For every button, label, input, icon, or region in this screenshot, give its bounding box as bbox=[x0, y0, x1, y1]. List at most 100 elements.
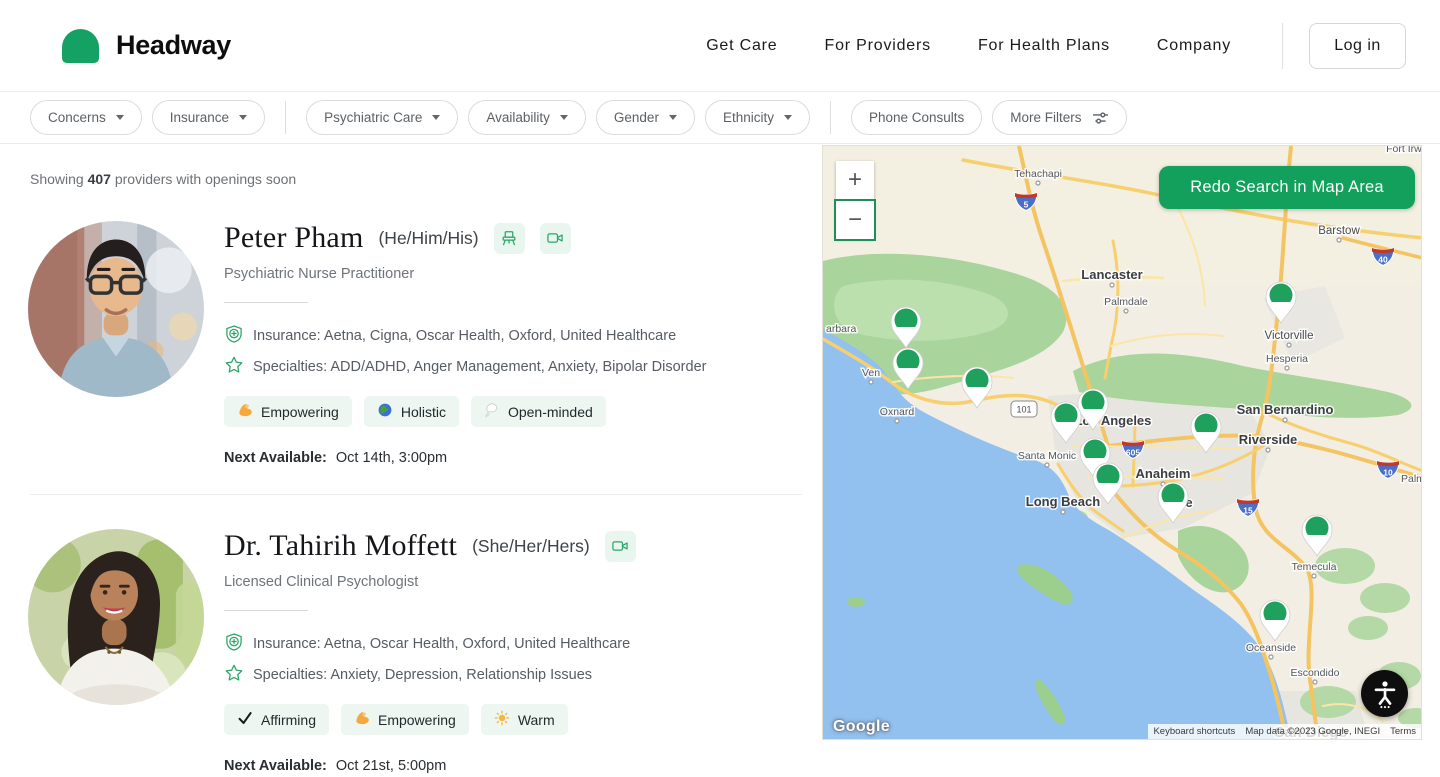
accessibility-person-icon bbox=[1370, 679, 1400, 709]
highway-shield-101: 101 bbox=[1011, 401, 1037, 417]
filter-pill-phone-consults[interactable]: Phone Consults bbox=[851, 100, 982, 135]
map[interactable]: 5401016051015 Fort IrwinTehachapiBarstow… bbox=[822, 145, 1422, 740]
trait-tag: Empowering bbox=[224, 396, 352, 427]
filter-pill-label: Insurance bbox=[170, 110, 229, 125]
filter-bar: Concerns Insurance Psychiatric Care Availab… bbox=[0, 92, 1440, 144]
filter-pill-psychiatric-care[interactable]: Psychiatric Care bbox=[306, 100, 458, 135]
video-camera-icon bbox=[605, 531, 636, 562]
city-label-long-beach: Long Beach bbox=[1026, 494, 1100, 509]
svg-text:40: 40 bbox=[1378, 255, 1388, 265]
headway-logo[interactable]: Headway bbox=[62, 29, 231, 63]
city-label-anaheim: Anaheim bbox=[1136, 466, 1191, 481]
trait-tag: Affirming bbox=[224, 704, 329, 735]
specialties-row: Specialties: ADD/ADHD, Anger Management,… bbox=[224, 355, 706, 379]
city-dot bbox=[1312, 574, 1316, 578]
city-label-escondido: Escondido bbox=[1290, 667, 1339, 679]
city-label-victorville: Victorville bbox=[1265, 330, 1314, 342]
filter-pill-gender[interactable]: Gender bbox=[596, 100, 695, 135]
filter-pill-label: Phone Consults bbox=[869, 110, 964, 125]
attribution-map-data-google-inegi[interactable]: Map data ©2023 Google, INEGI bbox=[1240, 724, 1385, 739]
nav-link-for-health-plans[interactable]: For Health Plans bbox=[978, 37, 1110, 55]
next-available-label: Next Available: bbox=[224, 758, 327, 774]
muscle-icon bbox=[354, 710, 370, 729]
specialties-text: Specialties: ADD/ADHD, Anger Management,… bbox=[253, 359, 706, 375]
trait-tag: Holistic bbox=[364, 396, 459, 427]
city-label-barstow: Barstow bbox=[1318, 225, 1360, 237]
provider-pronouns: (She/Her/Hers) bbox=[472, 536, 590, 557]
filter-pill-insurance[interactable]: Insurance bbox=[152, 100, 265, 135]
provider-card[interactable]: Peter Pham(He/Him/His)Psychiatric Nurse … bbox=[0, 187, 812, 494]
provider-pronouns: (He/Him/His) bbox=[378, 228, 478, 249]
top-navigation: Headway Get Care For Providers For Health … bbox=[0, 0, 1440, 92]
trait-tag: Open-minded bbox=[471, 396, 606, 427]
attribution-keyboard-shortcuts[interactable]: Keyboard shortcuts bbox=[1148, 724, 1240, 739]
next-available-value: Oct 14th, 3:00pm bbox=[336, 450, 447, 466]
nav-links: Get Care For Providers For Health Plans Com… bbox=[706, 37, 1231, 55]
chevron-down-icon bbox=[116, 115, 124, 120]
provider-name-row: Peter Pham (He/Him/His) bbox=[224, 221, 706, 255]
specialties-text: Specialties: Anxiety, Depression, Relati… bbox=[253, 667, 592, 683]
filter-pill-label: Concerns bbox=[48, 110, 106, 125]
city-dot bbox=[1287, 343, 1291, 347]
divider bbox=[224, 302, 308, 303]
insurance-text: Insurance: Aetna, Oscar Health, Oxford, … bbox=[253, 636, 630, 652]
provider-name[interactable]: Dr. Tahirih Moffett bbox=[224, 529, 457, 563]
redo-search-button[interactable]: Redo Search in Map Area bbox=[1159, 166, 1415, 209]
city-dot bbox=[1061, 510, 1065, 514]
provider-photo[interactable] bbox=[28, 221, 204, 397]
chevron-down-icon bbox=[669, 115, 677, 120]
city-label-fort-irwin: Fort Irwin bbox=[1386, 146, 1422, 155]
specialties-row: Specialties: Anxiety, Depression, Relati… bbox=[224, 663, 636, 687]
brand-name: Headway bbox=[116, 30, 231, 61]
filter-pill-concerns[interactable]: Concerns bbox=[30, 100, 142, 135]
trait-tag: Empowering bbox=[341, 704, 469, 735]
provider-card[interactable]: Dr. Tahirih Moffett (She/Her/Hers) License… bbox=[0, 495, 812, 777]
filter-pill-label: Ethnicity bbox=[723, 110, 774, 125]
zoom-out-button[interactable]: − bbox=[836, 201, 874, 239]
insurance-row: Insurance: Aetna, Cigna, Oscar Health, O… bbox=[224, 324, 706, 348]
svg-text:15: 15 bbox=[1243, 506, 1253, 516]
city-label-palmdale: Palmdale bbox=[1104, 296, 1148, 308]
nav-link-for-providers[interactable]: For Providers bbox=[825, 37, 931, 55]
google-logo[interactable]: Google bbox=[833, 718, 890, 736]
shield-plus-icon bbox=[224, 324, 244, 348]
svg-text:10: 10 bbox=[1383, 468, 1393, 478]
trait-label: Open-minded bbox=[508, 404, 593, 420]
provider-photo[interactable] bbox=[28, 529, 204, 705]
provider-name[interactable]: Peter Pham bbox=[224, 221, 363, 255]
city-dot bbox=[1313, 680, 1317, 684]
nav-link-company[interactable]: Company bbox=[1157, 37, 1231, 55]
city-label-santa-monic: Santa Monic bbox=[1018, 450, 1076, 462]
map-zoom-controls: + − bbox=[836, 161, 874, 239]
results-count-number: 407 bbox=[88, 171, 111, 187]
provider-title: Licensed Clinical Psychologist bbox=[224, 574, 636, 590]
city-label-oxnard: Oxnard bbox=[880, 406, 915, 418]
results-count-prefix: Showing bbox=[30, 171, 88, 187]
accessibility-widget-button[interactable] bbox=[1361, 670, 1408, 717]
city-label-oceanside: Oceanside bbox=[1246, 642, 1296, 654]
chair-icon bbox=[494, 223, 525, 254]
map-canvas[interactable]: 5401016051015 Fort IrwinTehachapiBarstow… bbox=[823, 146, 1422, 740]
filter-pill-more-filters[interactable]: More Filters bbox=[992, 100, 1126, 135]
city-dot bbox=[1285, 366, 1289, 370]
nav-divider bbox=[1282, 23, 1283, 69]
log-in-button[interactable]: Log in bbox=[1309, 23, 1406, 69]
city-label-riverside: Riverside bbox=[1239, 432, 1298, 447]
filter-pill-availability[interactable]: Availability bbox=[468, 100, 586, 135]
nav-link-get-care[interactable]: Get Care bbox=[706, 37, 777, 55]
trait-tags: AffirmingEmpoweringWarm bbox=[224, 704, 636, 735]
city-dot bbox=[1269, 655, 1273, 659]
attribution-terms[interactable]: Terms bbox=[1385, 724, 1421, 739]
provider-card-body: Peter Pham(He/Him/His)Psychiatric Nurse … bbox=[224, 221, 706, 466]
city-label-temecula: Temecula bbox=[1292, 561, 1337, 573]
chevron-down-icon bbox=[432, 115, 440, 120]
filter-pill-ethnicity[interactable]: Ethnicity bbox=[705, 100, 810, 135]
globe-icon bbox=[377, 402, 393, 421]
provider-results-panel: Showing 407 providers with openings soon… bbox=[0, 144, 812, 777]
city-dot bbox=[1110, 283, 1114, 287]
zoom-in-button[interactable]: + bbox=[836, 161, 874, 199]
sun-icon bbox=[494, 710, 510, 729]
city-label-san-bernardino: San Bernardino bbox=[1237, 402, 1334, 417]
trait-label: Holistic bbox=[401, 404, 446, 420]
divider bbox=[224, 610, 308, 611]
